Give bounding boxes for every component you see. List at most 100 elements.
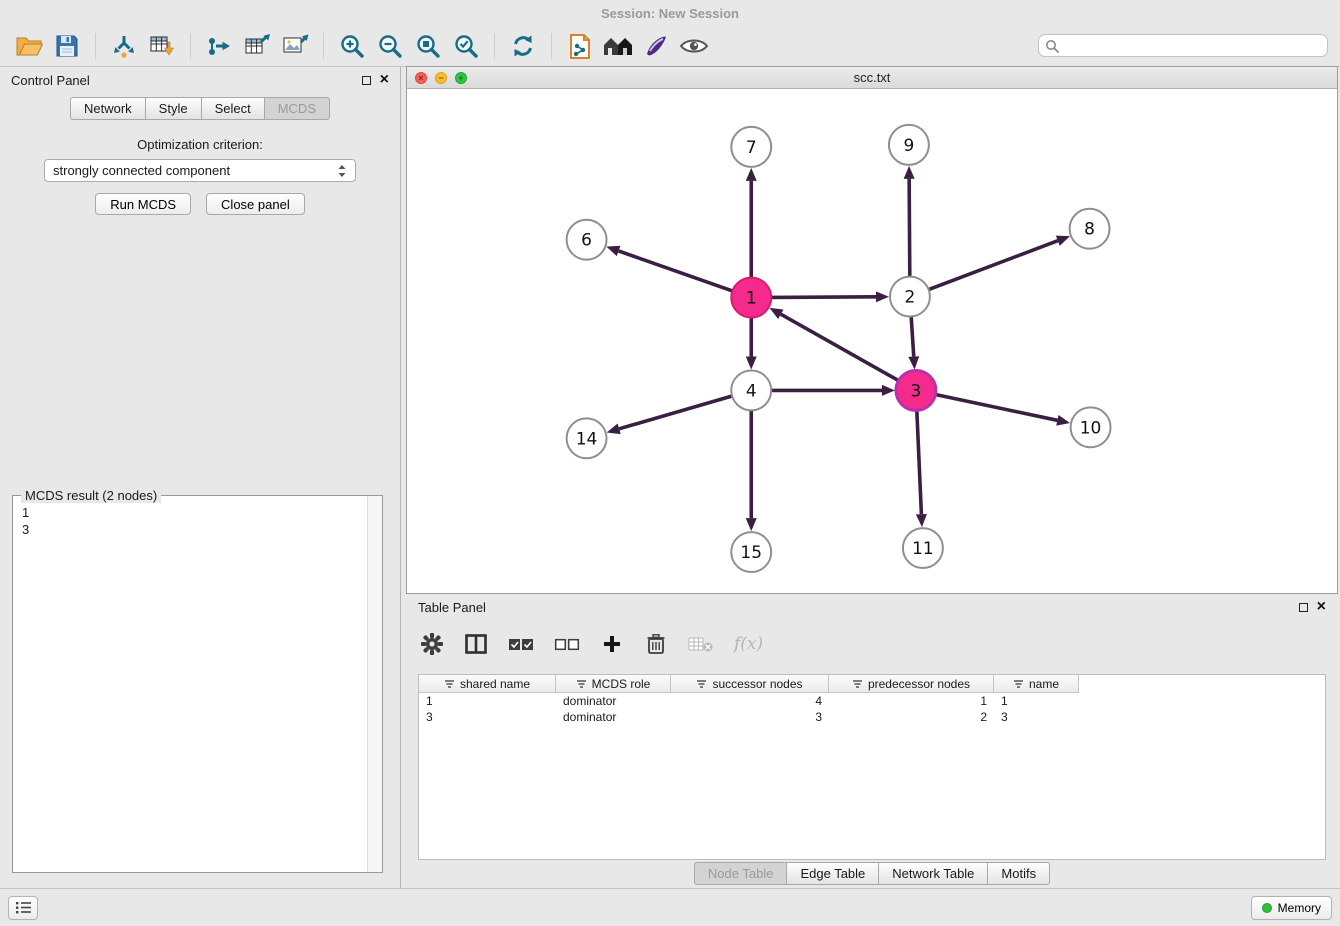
- graph-edge[interactable]: [911, 317, 914, 357]
- graph-edge-arrow: [746, 518, 757, 531]
- optimization-criterion-label: Optimization criterion:: [0, 137, 400, 152]
- task-list-icon: [15, 901, 32, 914]
- show-columns-button[interactable]: [464, 630, 488, 658]
- float-panel-icon[interactable]: [362, 76, 371, 85]
- zoom-in-icon: [339, 33, 365, 59]
- import-network-button[interactable]: [105, 29, 143, 63]
- mcds-result-group: MCDS result (2 nodes) 13: [12, 495, 383, 873]
- export-network-icon: [206, 33, 232, 59]
- graph-node-label: 9: [904, 135, 915, 155]
- run-mcds-button[interactable]: Run MCDS: [95, 193, 191, 215]
- control-panel: Control Panel × NetworkStyleSelectMCDS O…: [0, 67, 401, 888]
- network-window-titlebar[interactable]: scc.txt: [407, 67, 1337, 89]
- graph-edge[interactable]: [909, 179, 910, 277]
- column-header-predecessor-nodes[interactable]: predecessor nodes: [829, 675, 994, 693]
- tab-mcds[interactable]: MCDS: [264, 97, 330, 120]
- show-hide-graphics-button[interactable]: [675, 29, 713, 63]
- table-row[interactable]: 1dominator411: [419, 693, 1325, 709]
- tab-node-table[interactable]: Node Table: [694, 862, 787, 885]
- export-table-button[interactable]: [238, 29, 276, 63]
- search-box[interactable]: [1038, 34, 1328, 57]
- table-panel-title: Table Panel: [418, 600, 486, 615]
- close-panel-icon[interactable]: ×: [380, 72, 389, 88]
- minimize-window-icon[interactable]: [435, 72, 447, 84]
- create-column-button[interactable]: [600, 630, 624, 658]
- network-canvas[interactable]: 7968124314101511: [407, 89, 1337, 593]
- column-header-label: MCDS role: [592, 677, 651, 691]
- criterion-dropdown[interactable]: strongly connected component: [44, 159, 356, 182]
- graph-edge[interactable]: [771, 297, 876, 298]
- open-session-button[interactable]: [10, 29, 48, 63]
- tab-motifs[interactable]: Motifs: [987, 862, 1050, 885]
- tab-edge-table[interactable]: Edge Table: [786, 862, 878, 885]
- style-paint-button[interactable]: [637, 29, 675, 63]
- graph-edge-arrow: [882, 385, 895, 396]
- graph-edge[interactable]: [619, 251, 733, 291]
- select-all-rows-button[interactable]: [508, 630, 534, 658]
- delete-table-button[interactable]: [688, 630, 714, 658]
- trash-icon: [646, 633, 666, 655]
- function-builder-icon[interactable]: f(x): [734, 634, 763, 654]
- graph-node-label: 6: [581, 230, 592, 250]
- import-table-button[interactable]: [143, 29, 181, 63]
- tab-network-table[interactable]: Network Table: [878, 862, 987, 885]
- table-row[interactable]: 3dominator323: [419, 709, 1325, 725]
- result-line: 1: [22, 504, 357, 521]
- close-window-icon[interactable]: [415, 72, 427, 84]
- tab-select[interactable]: Select: [201, 97, 264, 120]
- main-toolbar: [0, 26, 1340, 67]
- column-header-shared-name[interactable]: shared name: [419, 675, 556, 693]
- deselect-all-rows-button[interactable]: [554, 630, 580, 658]
- graph-edge-arrow: [607, 424, 621, 435]
- graph-node-label: 8: [1084, 219, 1095, 239]
- zoom-fit-button[interactable]: [409, 29, 447, 63]
- graph-edge-arrow: [1056, 415, 1070, 426]
- graph-edge[interactable]: [929, 241, 1058, 290]
- column-header-name[interactable]: name: [994, 675, 1079, 693]
- zoom-in-button[interactable]: [333, 29, 371, 63]
- refresh-view-button[interactable]: [504, 29, 542, 63]
- zoom-fit-icon: [415, 33, 441, 59]
- delete-table-icon: [688, 635, 714, 653]
- table-settings-button[interactable]: [420, 630, 444, 658]
- export-network-button[interactable]: [200, 29, 238, 63]
- graph-node-label: 1: [746, 288, 757, 308]
- search-input[interactable]: [1063, 38, 1321, 53]
- apply-layout-button[interactable]: [599, 29, 637, 63]
- mcds-result-list[interactable]: 13: [13, 499, 366, 871]
- column-header-MCDS-role[interactable]: MCDS role: [556, 675, 671, 693]
- save-disk-icon: [55, 34, 79, 58]
- search-icon: [1045, 39, 1059, 53]
- graph-edge[interactable]: [935, 395, 1057, 421]
- delete-column-button[interactable]: [644, 630, 668, 658]
- graph-edge[interactable]: [781, 314, 899, 380]
- export-image-button[interactable]: [276, 29, 314, 63]
- toolbar-separator: [494, 33, 495, 59]
- tab-style[interactable]: Style: [145, 97, 201, 120]
- toolbar-separator: [190, 33, 191, 59]
- save-session-button[interactable]: [48, 29, 86, 63]
- export-image-icon: [282, 33, 309, 59]
- graph-node-label: 2: [905, 287, 916, 307]
- tab-network[interactable]: Network: [70, 97, 145, 120]
- graph-edge[interactable]: [917, 410, 922, 514]
- zoom-window-icon[interactable]: [455, 72, 467, 84]
- zoom-out-button[interactable]: [371, 29, 409, 63]
- close-table-panel-icon[interactable]: ×: [1317, 599, 1326, 615]
- column-header-successor-nodes[interactable]: successor nodes: [671, 675, 829, 693]
- zoom-selected-button[interactable]: [447, 29, 485, 63]
- window-titlebar[interactable]: Session: New Session: [0, 0, 1340, 26]
- result-scrollbar[interactable]: [367, 496, 382, 872]
- node-table: shared name MCDS role successor nodesprede…: [418, 674, 1326, 860]
- float-table-panel-icon[interactable]: [1299, 603, 1308, 612]
- columns-icon: [465, 634, 487, 654]
- table-cell: 3: [994, 710, 1079, 724]
- table-cell: 1: [994, 694, 1079, 708]
- new-network-from-selection-button[interactable]: [561, 29, 599, 63]
- close-panel-button[interactable]: Close panel: [206, 193, 305, 215]
- graph-edge[interactable]: [619, 396, 732, 429]
- table-cell: 4: [671, 694, 829, 708]
- gear-icon: [421, 633, 443, 655]
- task-history-button[interactable]: [8, 896, 38, 920]
- memory-button[interactable]: Memory: [1251, 896, 1332, 920]
